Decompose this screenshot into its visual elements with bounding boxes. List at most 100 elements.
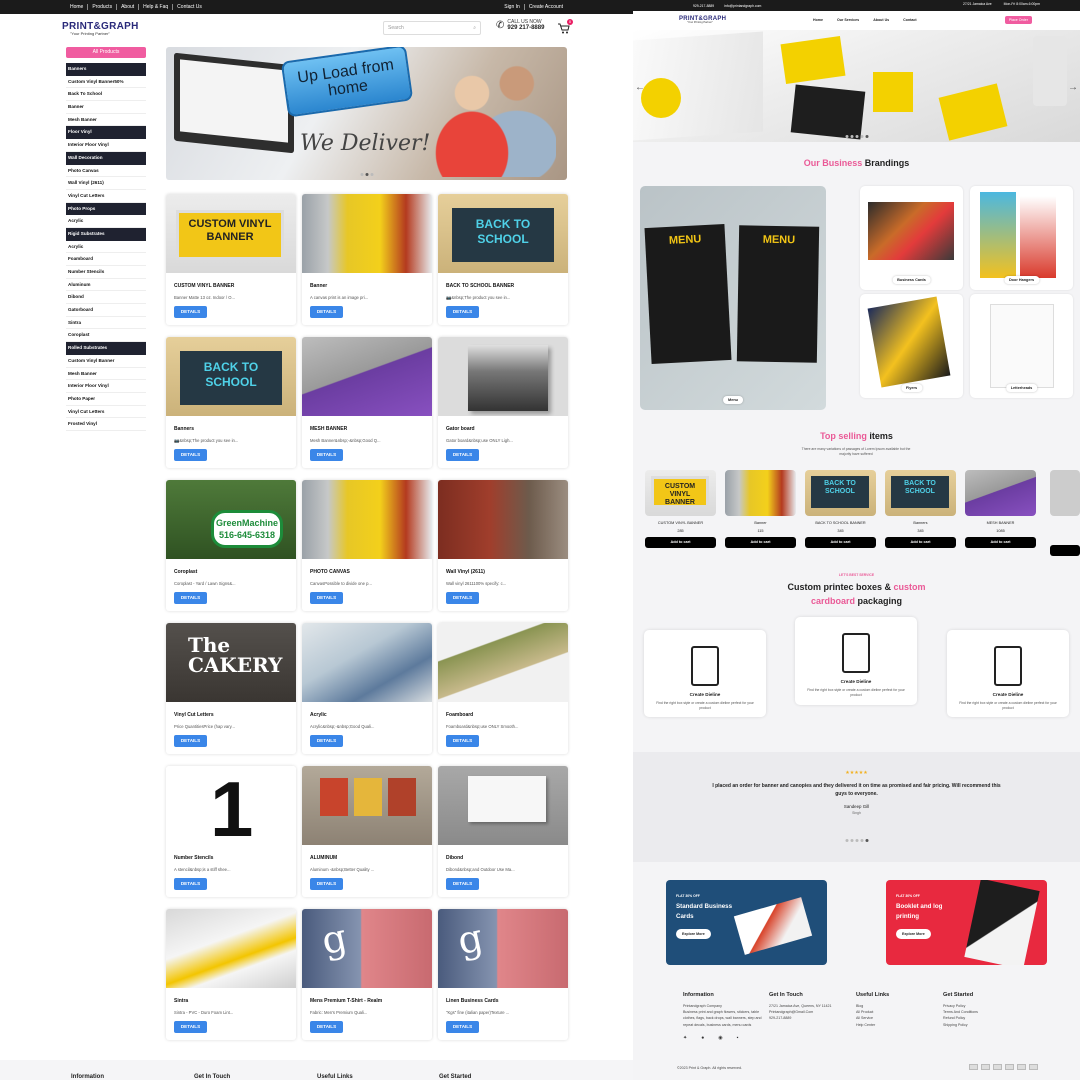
product-card[interactable]: Dibond Dibond&nbsp;and Outdoor Use Ma... D… [438,766,568,897]
sidebar-item[interactable]: Banner [66,101,146,114]
sidebar-item[interactable]: Gatorboard [66,304,146,317]
product-card[interactable]: Banner A canvas print is an image pri... D… [302,194,432,325]
product-card[interactable]: Gator board Gator board&nbsp;use ONLY Lig… [438,337,568,468]
details-button[interactable]: DETAILS [310,1021,343,1033]
product-title[interactable]: Gator board [446,426,568,432]
product-card[interactable]: The CAKERY Vinyl Cut Letters Price Quantit… [166,623,296,754]
product-card[interactable]: 1 Number Stencils A stencil&nbsp;is a stif… [166,766,296,897]
details-button[interactable]: DETAILS [446,449,479,461]
sidebar-item[interactable]: Vinyl Cut Letters [66,406,146,419]
add-to-cart-button[interactable]: Add to cart [885,537,956,548]
details-button[interactable]: DETAILS [174,1021,207,1033]
sidebar-item[interactable]: Mesh Banner [66,114,146,127]
all-products-button[interactable]: All Products [66,47,146,58]
product-title[interactable]: Banners [174,426,296,432]
carousel-dots[interactable] [845,839,868,842]
packaging-card[interactable]: Create Dieline Find the right box style … [644,630,766,717]
nav-link[interactable]: Contact [903,18,916,22]
details-button[interactable]: DETAILS [310,592,343,604]
sidebar-item[interactable]: Foamboard [66,253,146,266]
search-input[interactable]: Search ⌕ [383,21,481,35]
details-button[interactable]: DETAILS [174,878,207,890]
site-logo[interactable]: PRINT&GRAPH "Your Printing Partner" [62,22,139,36]
top-nav-link[interactable]: Help & Faq [139,4,174,10]
place-order-button[interactable]: Place Order [1004,16,1032,24]
carousel-dots[interactable] [360,173,373,176]
facebook-icon[interactable]: ● [701,1035,704,1041]
site-logo[interactable]: PRINT&GRAPH "Your Printing Partner" [679,16,726,25]
product-title[interactable]: Number Stencils [174,855,296,861]
product-card[interactable]: ALUMINUM Aluminum -&nbsp;Better Quality .… [302,766,432,897]
top-nav-link[interactable]: About [117,4,140,10]
sidebar-item[interactable]: Custom Vinyl Banner [66,355,146,368]
product-title[interactable]: Linen Business Cards [446,998,568,1004]
product-title[interactable]: Sintra [174,998,296,1004]
product-card[interactable]: g Linen Business Cards "Kgs" fine (italian… [438,909,568,1040]
product-title[interactable]: Mens Premium T-Shirt - Realm [310,998,432,1004]
details-button[interactable]: DETAILS [310,449,343,461]
product-title[interactable]: PHOTO CANVAS [310,569,432,575]
branding-business-cards[interactable]: Business Cards [860,186,963,290]
product-card[interactable]: g Mens Premium T-Shirt - Realm Fabric: Men… [302,909,432,1040]
product-card[interactable]: Acrylic Acrylic&nbsp;-&nbsp;Good Quali...… [302,623,432,754]
sidebar-item[interactable]: Wall Vinyl (2611) [66,177,146,190]
product-card[interactable]: GreenMachine 516-645-6318 Coroplast Coropl… [166,480,296,611]
sidebar-item[interactable]: Acrylic [66,215,146,228]
top-selling-item-partial[interactable] [1050,470,1080,556]
product-title[interactable]: Coroplast [174,569,296,575]
details-button[interactable]: DETAILS [310,735,343,747]
details-button[interactable]: DETAILS [174,592,207,604]
sidebar-item[interactable]: Dibond [66,291,146,305]
promo-banner-booklet[interactable]: FLAT 30% OFF Booklet and log printing Ex… [886,880,1047,965]
details-button[interactable]: DETAILS [174,306,207,318]
details-button[interactable]: DETAILS [446,592,479,604]
top-selling-item[interactable]: Banner 115 Add to cart [725,470,796,548]
product-card[interactable]: MESH BANNER Mesh Banner&nbsp;-&nbsp;Good … [302,337,432,468]
cart-button[interactable]: 0 [558,19,573,39]
sidebar-item[interactable]: Vinyl Cut Letters [66,190,146,203]
details-button[interactable]: DETAILS [310,306,343,318]
carousel-dots[interactable] [845,135,868,138]
product-title[interactable]: MESH BANNER [310,426,432,432]
details-button[interactable]: DETAILS [446,878,479,890]
product-card[interactable]: Foamboard Foamboard&nbsp;use ONLY Smooth.… [438,623,568,754]
explore-more-button[interactable]: Explore More [896,929,931,939]
top-selling-item[interactable]: BACK TO SCHOOL BACK TO SCHOOL BANNER 345 Ad… [805,470,876,548]
branding-flyers[interactable]: Flyers [860,294,963,398]
add-to-cart-button[interactable]: Add to cart [645,537,716,548]
linkedin-icon[interactable]: ▪ [737,1035,739,1041]
sidebar-item[interactable]: Sintra [66,317,146,330]
sidebar-item[interactable]: Interior Floor Vinyl [66,380,146,393]
product-card[interactable]: Sintra Sintra - PVC - Duro Foam Lint... DE… [166,909,296,1040]
details-button[interactable]: DETAILS [174,735,207,747]
instagram-icon[interactable]: ◉ [718,1035,722,1041]
prev-arrow-icon[interactable]: ← [635,82,645,93]
search-icon[interactable]: ⌕ [473,25,476,31]
sidebar-item[interactable]: Frosted Vinyl [66,418,146,431]
product-title[interactable]: Banner [310,283,432,289]
sidebar-item[interactable]: Mesh Banner [66,368,146,381]
product-card[interactable]: Wall Vinyl (2611) Wall vinyl 2611100% spe… [438,480,568,611]
nav-link[interactable]: About Us [873,18,889,22]
next-arrow-icon[interactable]: → [1068,82,1078,93]
sidebar-item[interactable]: Coroplast [66,329,146,343]
product-title[interactable]: ALUMINUM [310,855,432,861]
details-button[interactable]: DETAILS [446,306,479,318]
product-card[interactable]: BACK TO SCHOOL Banners 📷&nbsp;The product … [166,337,296,468]
sidebar-item[interactable]: Number Stencils [66,266,146,279]
product-title[interactable]: CUSTOM VINYL BANNER [174,283,296,289]
add-to-cart-button[interactable]: Add to cart [725,537,796,548]
product-title[interactable]: Dibond [446,855,568,861]
signin-link[interactable]: Sign In [500,4,525,10]
branding-menu-card[interactable]: MENU MENU Menu [640,186,826,410]
sidebar-item[interactable]: Custom Vinyl Banner50% [66,76,146,89]
explore-more-button[interactable]: Explore More [676,929,711,939]
top-nav-link[interactable]: Products [88,4,118,10]
promo-banner-business-cards[interactable]: FLAT 30% OFF Standard Business Cards Exp… [666,880,827,965]
product-card[interactable]: PHOTO CANVAS CanvasPossible to divide one… [302,480,432,611]
product-title[interactable]: Wall Vinyl (2611) [446,569,568,575]
packaging-card[interactable]: Create Dieline Find the right box style … [795,617,917,705]
top-selling-item[interactable]: BACK TO SCHOOL Banners 345 Add to cart [885,470,956,548]
product-card[interactable]: CUSTOM VINYL BANNER CUSTOM VINYL BANNER Ba… [166,194,296,325]
nav-link[interactable]: Our Services [837,18,859,22]
